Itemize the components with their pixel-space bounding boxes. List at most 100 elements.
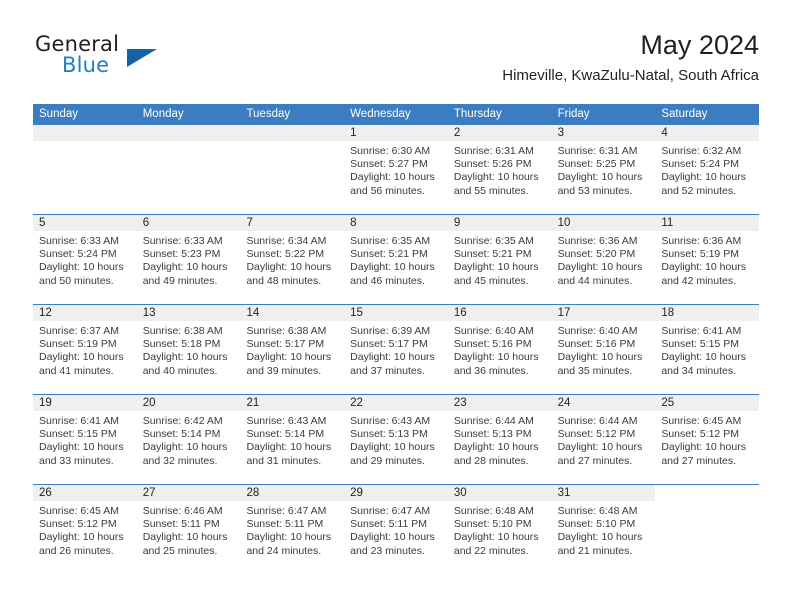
calendar-day-cell[interactable]: 4 Sunrise: 6:32 AM Sunset: 5:24 PM Dayli… — [655, 125, 760, 214]
calendar-day-cell[interactable]: 26 Sunrise: 6:45 AM Sunset: 5:12 PM Dayl… — [33, 485, 137, 574]
calendar-day-cell[interactable]: 22 Sunrise: 6:43 AM Sunset: 5:13 PM Dayl… — [344, 395, 448, 484]
sunrise-text: Sunrise: 6:40 AM — [453, 325, 534, 337]
calendar-day-cell[interactable]: 21 Sunrise: 6:43 AM Sunset: 5:14 PM Dayl… — [240, 395, 345, 484]
calendar-day-cell[interactable]: 8 Sunrise: 6:35 AM Sunset: 5:21 PM Dayli… — [344, 215, 448, 304]
day-number: 18 — [655, 305, 760, 321]
calendar-day-cell[interactable]: 5 Sunrise: 6:33 AM Sunset: 5:24 PM Dayli… — [33, 215, 137, 304]
calendar-day-cell[interactable]: 23 Sunrise: 6:44 AM Sunset: 5:13 PM Dayl… — [447, 395, 552, 484]
day-details: Sunrise: 6:48 AM Sunset: 5:10 PM Dayligh… — [448, 501, 552, 558]
daylight-text-line1: Daylight: 10 hours — [557, 531, 643, 544]
calendar-day-cell — [136, 125, 241, 214]
sunset-text: Sunset: 5:15 PM — [39, 428, 117, 441]
day-details: Sunrise: 6:45 AM Sunset: 5:12 PM Dayligh… — [655, 411, 759, 468]
day-number: 10 — [551, 215, 656, 231]
day-details: Sunrise: 6:41 AM Sunset: 5:15 PM Dayligh… — [655, 321, 759, 378]
calendar-day-cell[interactable]: 27 Sunrise: 6:46 AM Sunset: 5:11 PM Dayl… — [136, 485, 241, 574]
daylight-text-line2: and 40 minutes. — [142, 364, 218, 377]
calendar-day-cell[interactable]: 20 Sunrise: 6:42 AM Sunset: 5:14 PM Dayl… — [136, 395, 241, 484]
day-details: Sunrise: 6:32 AM Sunset: 5:24 PM Dayligh… — [655, 141, 759, 198]
daylight-text-line1: Daylight: 10 hours — [661, 171, 746, 184]
daylight-text-line2: and 32 minutes. — [142, 454, 218, 467]
sunset-text: Sunset: 5:10 PM — [453, 518, 532, 531]
sunrise-text: Sunrise: 6:35 AM — [453, 235, 534, 247]
day-details: Sunrise: 6:37 AM Sunset: 5:19 PM Dayligh… — [33, 321, 137, 378]
sunrise-text: Sunrise: 6:34 AM — [246, 235, 327, 247]
calendar-day-cell[interactable]: 1 Sunrise: 6:30 AM Sunset: 5:27 PM Dayli… — [344, 125, 448, 214]
calendar-day-cell[interactable]: 13 Sunrise: 6:38 AM Sunset: 5:18 PM Dayl… — [136, 305, 241, 394]
calendar-day-cell[interactable]: 31 Sunrise: 6:48 AM Sunset: 5:10 PM Dayl… — [551, 485, 656, 574]
general-blue-logo[interactable]: General Blue — [33, 32, 253, 88]
calendar-day-cell[interactable]: 17 Sunrise: 6:40 AM Sunset: 5:16 PM Dayl… — [551, 305, 656, 394]
calendar-day-cell[interactable]: 19 Sunrise: 6:41 AM Sunset: 5:15 PM Dayl… — [33, 395, 137, 484]
day-details: Sunrise: 6:42 AM Sunset: 5:14 PM Dayligh… — [137, 411, 241, 468]
calendar-day-cell[interactable]: 18 Sunrise: 6:41 AM Sunset: 5:15 PM Dayl… — [655, 305, 760, 394]
daylight-text-line1: Daylight: 10 hours — [453, 171, 539, 184]
daylight-text-line1: Daylight: 10 hours — [453, 351, 539, 364]
day-details: Sunrise: 6:33 AM Sunset: 5:24 PM Dayligh… — [33, 231, 137, 288]
day-number: 20 — [136, 395, 241, 411]
daylight-text-line1: Daylight: 10 hours — [557, 171, 643, 184]
weekday-header-saturday: Saturday — [661, 108, 708, 120]
calendar-day-cell[interactable]: 7 Sunrise: 6:34 AM Sunset: 5:22 PM Dayli… — [240, 215, 345, 304]
daylight-text-line1: Daylight: 10 hours — [39, 351, 124, 364]
daylight-text-line1: Daylight: 10 hours — [661, 441, 746, 454]
calendar-day-cell[interactable]: 6 Sunrise: 6:33 AM Sunset: 5:23 PM Dayli… — [136, 215, 241, 304]
day-number: 3 — [551, 125, 656, 141]
sunset-text: Sunset: 5:20 PM — [557, 248, 636, 261]
calendar-day-cell[interactable]: 28 Sunrise: 6:47 AM Sunset: 5:11 PM Dayl… — [240, 485, 345, 574]
day-number: 22 — [344, 395, 448, 411]
sunrise-text: Sunrise: 6:38 AM — [142, 325, 223, 337]
daylight-text-line1: Daylight: 10 hours — [350, 441, 435, 454]
sunrise-text: Sunrise: 6:47 AM — [246, 505, 327, 517]
calendar-day-cell[interactable]: 29 Sunrise: 6:47 AM Sunset: 5:11 PM Dayl… — [344, 485, 448, 574]
sunrise-text: Sunrise: 6:36 AM — [661, 235, 742, 247]
sunset-text: Sunset: 5:14 PM — [246, 428, 325, 441]
page-header: General Blue May 2024 Himeville, KwaZulu… — [33, 28, 759, 100]
weekday-header-friday: Friday — [557, 108, 590, 120]
sunrise-text: Sunrise: 6:39 AM — [350, 325, 431, 337]
day-number: 16 — [447, 305, 552, 321]
day-details: Sunrise: 6:48 AM Sunset: 5:10 PM Dayligh… — [552, 501, 656, 558]
day-details: Sunrise: 6:46 AM Sunset: 5:11 PM Dayligh… — [137, 501, 241, 558]
calendar-day-cell[interactable]: 25 Sunrise: 6:45 AM Sunset: 5:12 PM Dayl… — [655, 395, 760, 484]
logo-triangle-icon — [127, 49, 157, 67]
calendar-day-cell[interactable]: 15 Sunrise: 6:39 AM Sunset: 5:17 PM Dayl… — [344, 305, 448, 394]
calendar-day-cell[interactable]: 11 Sunrise: 6:36 AM Sunset: 5:19 PM Dayl… — [655, 215, 760, 304]
calendar-day-cell[interactable]: 12 Sunrise: 6:37 AM Sunset: 5:19 PM Dayl… — [33, 305, 137, 394]
day-number: 25 — [655, 395, 760, 411]
calendar-day-cell[interactable]: 14 Sunrise: 6:38 AM Sunset: 5:17 PM Dayl… — [240, 305, 345, 394]
day-number: 1 — [344, 125, 448, 141]
sunset-text: Sunset: 5:24 PM — [661, 158, 739, 171]
day-details: Sunrise: 6:43 AM Sunset: 5:14 PM Dayligh… — [240, 411, 344, 468]
calendar-day-cell[interactable]: 24 Sunrise: 6:44 AM Sunset: 5:12 PM Dayl… — [551, 395, 656, 484]
calendar-day-cell[interactable]: 16 Sunrise: 6:40 AM Sunset: 5:16 PM Dayl… — [447, 305, 552, 394]
daylight-text-line1: Daylight: 10 hours — [246, 351, 332, 364]
daylight-text-line2: and 46 minutes. — [350, 274, 425, 287]
day-number: 14 — [240, 305, 345, 321]
day-details: Sunrise: 6:34 AM Sunset: 5:22 PM Dayligh… — [240, 231, 344, 288]
daylight-text-line2: and 22 minutes. — [453, 544, 529, 557]
calendar-day-cell[interactable]: 30 Sunrise: 6:48 AM Sunset: 5:10 PM Dayl… — [447, 485, 552, 574]
day-details: Sunrise: 6:38 AM Sunset: 5:18 PM Dayligh… — [137, 321, 241, 378]
daylight-text-line2: and 50 minutes. — [39, 274, 114, 287]
sunrise-text: Sunrise: 6:42 AM — [142, 415, 223, 427]
sunrise-text: Sunrise: 6:41 AM — [39, 415, 119, 427]
day-details: Sunrise: 6:39 AM Sunset: 5:17 PM Dayligh… — [344, 321, 448, 378]
calendar-day-cell[interactable]: 10 Sunrise: 6:36 AM Sunset: 5:20 PM Dayl… — [551, 215, 656, 304]
calendar-week-row: 19 Sunrise: 6:41 AM Sunset: 5:15 PM Dayl… — [33, 394, 760, 484]
day-number: 27 — [136, 485, 241, 501]
daylight-text-line1: Daylight: 10 hours — [350, 351, 435, 364]
calendar-page: General Blue May 2024 Himeville, KwaZulu… — [0, 0, 792, 612]
calendar-week-row: 26 Sunrise: 6:45 AM Sunset: 5:12 PM Dayl… — [33, 484, 760, 574]
calendar-day-cell[interactable]: 3 Sunrise: 6:31 AM Sunset: 5:25 PM Dayli… — [551, 125, 656, 214]
day-number — [33, 125, 137, 141]
sunrise-text: Sunrise: 6:45 AM — [39, 505, 119, 517]
calendar-day-cell[interactable]: 2 Sunrise: 6:31 AM Sunset: 5:26 PM Dayli… — [447, 125, 552, 214]
calendar-day-cell[interactable]: 9 Sunrise: 6:35 AM Sunset: 5:21 PM Dayli… — [447, 215, 552, 304]
sunrise-text: Sunrise: 6:32 AM — [661, 145, 742, 157]
daylight-text-line2: and 37 minutes. — [350, 364, 425, 377]
daylight-text-line1: Daylight: 10 hours — [246, 261, 332, 274]
sunrise-text: Sunrise: 6:46 AM — [142, 505, 223, 517]
sunrise-text: Sunrise: 6:47 AM — [350, 505, 431, 517]
sunset-text: Sunset: 5:19 PM — [661, 248, 739, 261]
